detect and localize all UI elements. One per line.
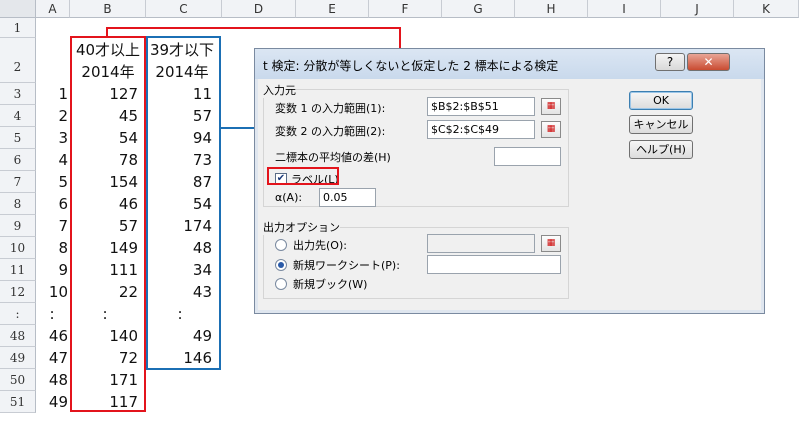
column-header[interactable]: K <box>734 0 799 18</box>
cell-col-a[interactable]: 9 <box>36 261 68 279</box>
column-header[interactable]: G <box>442 0 515 18</box>
row-header[interactable]: 2 <box>0 38 36 83</box>
cell-col-a[interactable]: 47 <box>36 349 68 367</box>
new-workbook-label[interactable]: 新規ブック(W) <box>293 276 367 292</box>
new-worksheet-radio[interactable] <box>275 259 287 271</box>
close-button[interactable]: ✕ <box>687 53 730 71</box>
column-header[interactable]: A <box>36 0 70 18</box>
cell-col-a[interactable]: 10 <box>36 283 68 301</box>
row-header[interactable]: 9 <box>0 215 36 237</box>
cancel-button[interactable]: キャンセル <box>629 115 693 134</box>
cell-col-a[interactable]: : <box>36 305 68 323</box>
alpha-input[interactable]: 0.05 <box>319 188 376 207</box>
column-header[interactable]: I <box>588 0 661 18</box>
var2-label: 変数 2 の入力範囲(2): <box>275 125 386 138</box>
output-range-radio[interactable] <box>275 239 287 251</box>
column-header[interactable]: B <box>70 0 146 18</box>
row-header[interactable]: 50 <box>0 369 36 391</box>
var2-range-input[interactable]: $C$2:$C$49 <box>427 120 535 139</box>
row-header[interactable]: : <box>0 303 36 325</box>
row-header[interactable]: 49 <box>0 347 36 369</box>
mean-diff-input[interactable] <box>494 147 561 166</box>
ok-button[interactable]: OK <box>629 91 693 110</box>
labels-highlight <box>267 167 339 185</box>
var1-label: 変数 1 の入力範囲(1): <box>275 102 386 115</box>
range-c-highlight <box>146 36 221 370</box>
var2-collapse-icon[interactable]: ▦ <box>541 121 561 138</box>
cell-col-a[interactable]: 5 <box>36 173 68 191</box>
column-header[interactable]: D <box>222 0 296 18</box>
new-worksheet-label[interactable]: 新規ワークシート(P): <box>293 257 400 273</box>
cell-col-a[interactable]: 46 <box>36 327 68 345</box>
row-header[interactable]: 51 <box>0 391 36 413</box>
select-all-corner[interactable] <box>0 0 36 18</box>
cell-col-a[interactable]: 6 <box>36 195 68 213</box>
input-section-label: 入力元 <box>263 82 296 98</box>
column-header[interactable]: H <box>515 0 588 18</box>
row-header[interactable]: 8 <box>0 193 36 215</box>
row-header[interactable]: 6 <box>0 149 36 171</box>
row-header[interactable]: 48 <box>0 325 36 347</box>
new-worksheet-input[interactable] <box>427 255 561 274</box>
cell-col-a[interactable]: 2 <box>36 107 68 125</box>
mean-diff-label: 二標本の平均値の差(H) <box>275 151 391 164</box>
cell-col-a[interactable]: 49 <box>36 393 68 411</box>
output-section-label: 出力オプション <box>263 219 340 235</box>
range-b-highlight <box>70 36 146 412</box>
new-workbook-radio[interactable] <box>275 278 287 290</box>
cell-col-a[interactable]: 4 <box>36 151 68 169</box>
column-header[interactable]: E <box>296 0 369 18</box>
row-header[interactable]: 4 <box>0 105 36 127</box>
row-header[interactable]: 5 <box>0 127 36 149</box>
cell-col-a[interactable]: 7 <box>36 217 68 235</box>
row-header[interactable]: 1 <box>0 18 36 38</box>
alpha-label: α(A): <box>275 191 303 204</box>
cell-col-a[interactable]: 48 <box>36 371 68 389</box>
column-header[interactable]: C <box>146 0 222 18</box>
cell-col-a[interactable]: 8 <box>36 239 68 257</box>
row-header[interactable]: 7 <box>0 171 36 193</box>
output-range-input[interactable] <box>427 234 535 253</box>
dialog-title: t 検定: 分散が等しくないと仮定した 2 標本による検定 <box>263 59 559 73</box>
cell-col-a[interactable]: 1 <box>36 85 68 103</box>
help-question-button[interactable]: ? <box>655 53 685 71</box>
output-range-label[interactable]: 出力先(O): <box>293 237 347 253</box>
column-header[interactable]: F <box>369 0 442 18</box>
help-button[interactable]: ヘルプ(H) <box>629 140 693 159</box>
output-collapse-icon[interactable]: ▦ <box>541 235 561 252</box>
dialog-titlebar[interactable]: t 検定: 分散が等しくないと仮定した 2 標本による検定 ? ✕ <box>255 49 764 79</box>
column-header[interactable]: J <box>661 0 734 18</box>
var1-range-input[interactable]: $B$2:$B$51 <box>427 97 535 116</box>
row-header[interactable]: 3 <box>0 83 36 105</box>
row-header[interactable]: 12 <box>0 281 36 303</box>
row-header[interactable]: 10 <box>0 237 36 259</box>
var1-collapse-icon[interactable]: ▦ <box>541 98 561 115</box>
t-test-dialog: t 検定: 分散が等しくないと仮定した 2 標本による検定 ? ✕ 入力元 変数… <box>254 48 765 314</box>
row-header[interactable]: 11 <box>0 259 36 281</box>
cell-col-a[interactable]: 3 <box>36 129 68 147</box>
